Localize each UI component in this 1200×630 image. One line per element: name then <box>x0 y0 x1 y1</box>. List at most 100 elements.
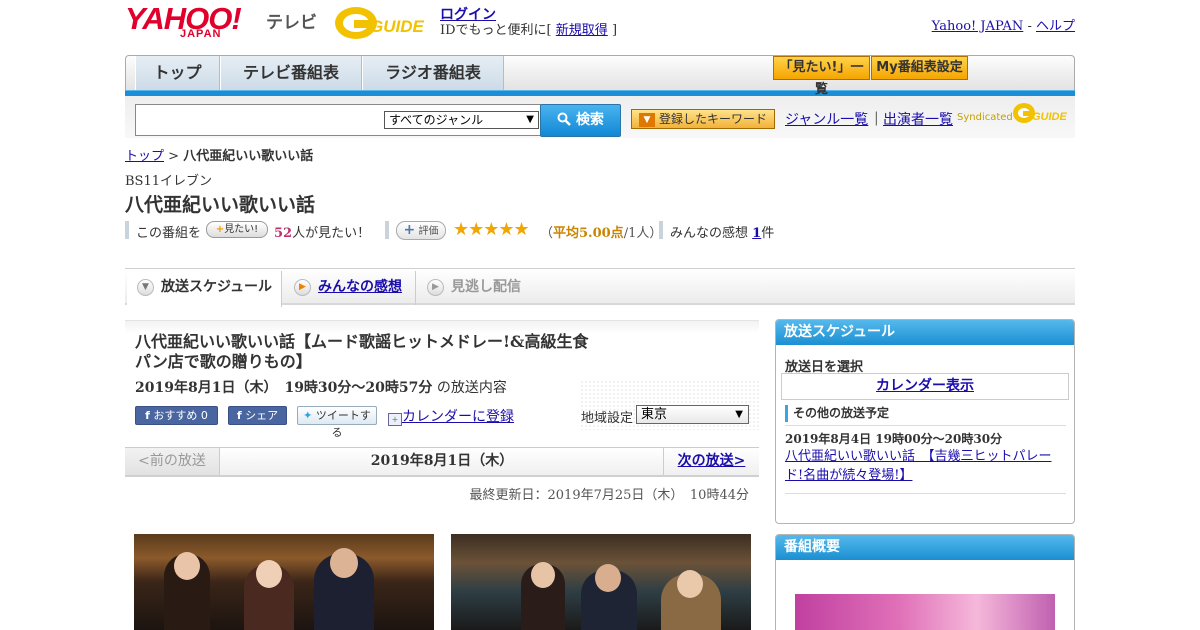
breadcrumb-sep: > <box>168 149 180 164</box>
calendar-icon: + <box>388 413 402 426</box>
registered-keyword-button[interactable]: ▼ 登録したキーワード <box>631 109 775 129</box>
other-schedule-label: その他の放送予定 <box>785 405 889 422</box>
tab-minogashi-label: 見逃し配信 <box>451 279 521 295</box>
facebook-share-button[interactable]: f シェア <box>228 406 287 425</box>
tweet-button[interactable]: ✦ ツイートする <box>297 406 377 439</box>
mitai-button[interactable]: +見たい! <box>206 221 268 238</box>
plus-icon: + <box>403 222 416 238</box>
facebook-recommend-button[interactable]: f おすすめ 0 <box>135 406 218 425</box>
nav-tab-tv[interactable]: テレビ番組表 <box>220 56 362 90</box>
person-face <box>330 548 358 578</box>
divider <box>785 425 1066 426</box>
breadcrumb: トップ > 八代亜紀いい歌いい話 <box>125 145 313 164</box>
episode-date: 2019年8月1日（木） 19時30分～20時57分 の放送内容 <box>135 377 507 397</box>
chevron-down-icon: ▼ <box>735 409 743 420</box>
kanso-count-link[interactable]: 1 <box>752 226 761 241</box>
header-separator: - <box>1027 19 1032 34</box>
divider-bar <box>125 221 129 239</box>
gguide-logo[interactable]: GUIDE <box>334 6 432 40</box>
yahoo-japan-link[interactable]: Yahoo! JAPAN <box>932 19 1024 34</box>
search-icon <box>557 112 571 126</box>
mitai-prefix: この番組を <box>136 226 202 241</box>
rating-stars: ★★★★★ <box>453 219 530 240</box>
genre-list-link[interactable]: ジャンル一覧 <box>785 109 868 129</box>
divider-bar <box>659 221 663 239</box>
breadcrumb-home[interactable]: トップ <box>125 149 164 164</box>
calendar-register[interactable]: + カレンダーに登録 <box>388 406 514 426</box>
avg-score: 平均5.00点 <box>553 226 624 241</box>
kanso-prefix: みんなの感想 <box>670 226 749 241</box>
tv-logo-label[interactable]: テレビ <box>266 8 317 33</box>
rate-button[interactable]: + 評価 <box>396 221 446 240</box>
divider <box>785 493 1066 494</box>
yahoo-logo-sub: JAPAN <box>180 28 222 40</box>
facebook-icon: f <box>145 409 150 422</box>
search-button[interactable]: 検索 <box>540 104 621 137</box>
top-right-links: Yahoo! JAPAN - ヘルプ <box>932 15 1075 34</box>
facebook-share-label: シェア <box>245 409 279 422</box>
login-sub-suffix: ] <box>611 23 618 38</box>
search-button-label: 検索 <box>575 112 604 128</box>
episode-title-line1: 八代亜紀いい歌いい話【ムード歌謡ヒットメドレー!&高級生食 <box>135 332 589 351</box>
episode-photo <box>134 534 434 630</box>
other-broadcast-anchor[interactable]: 八代亜紀いい歌いい話 【吉幾三ヒットパレード!名曲が続々登場!】 <box>785 449 1052 483</box>
person-face <box>174 552 200 580</box>
nav-tab-radio[interactable]: ラジオ番組表 <box>362 56 504 90</box>
caret-down-icon: ▼ <box>638 112 655 127</box>
tab-kanso[interactable]: ▶ みんなの感想 <box>284 271 416 305</box>
episode-title: 八代亜紀いい歌いい話【ムード歌謡ヒットメドレー!&高級生食 パン店で歌の贈りもの… <box>135 332 605 372</box>
twitter-icon: ✦ <box>303 409 313 422</box>
gguide-small-logo: GUIDE <box>1012 102 1068 124</box>
genre-select-value: すべてのジャンル <box>389 113 484 127</box>
average-rating: （平均5.00点/1人） <box>540 222 662 241</box>
person-face <box>256 560 282 588</box>
channel-name: BS11イレブン <box>125 174 213 189</box>
facebook-recommend-label: おすすめ 0 <box>153 409 208 422</box>
person-face <box>677 570 703 598</box>
syndicated-label: Syndicated <box>957 112 1013 123</box>
region-select-value: 東京 <box>641 407 668 422</box>
other-broadcast-link[interactable]: 八代亜紀いい歌いい話 【吉幾三ヒットパレード!名曲が続々登場!】 <box>785 447 1065 485</box>
tab-schedule[interactable]: ▼ 放送スケジュール <box>127 271 282 307</box>
current-broadcast-date: 2019年8月1日（木） <box>370 453 514 469</box>
link-divider: | <box>874 110 879 126</box>
help-link[interactable]: ヘルプ <box>1036 19 1075 34</box>
facebook-icon: f <box>236 409 242 422</box>
calendar-view-button[interactable]: カレンダー表示 <box>781 373 1069 400</box>
play-arrow-icon: ▶ <box>427 279 444 296</box>
tab-minogashi: ▶ 見逃し配信 <box>417 271 547 305</box>
mitai-count-number: 52 <box>274 226 293 241</box>
calendar-view-link[interactable]: カレンダー表示 <box>876 378 974 394</box>
play-arrow-icon: ▶ <box>294 279 311 296</box>
kanso-suffix: 件 <box>761 226 775 241</box>
mitai-count: 52人が見たい！ <box>274 222 370 241</box>
mitai-button-label: 見たい! <box>224 224 259 235</box>
page-title: 八代亜紀いい歌いい話 <box>125 194 316 216</box>
next-broadcast[interactable]: 次の放送> <box>663 448 759 475</box>
kanso-count: みんなの感想 1件 <box>670 222 774 241</box>
genre-list-anchor[interactable]: ジャンル一覧 <box>785 112 868 128</box>
nav-tab-top[interactable]: トップ <box>135 56 220 90</box>
genre-select[interactable]: すべてのジャンル ▼ <box>384 111 539 129</box>
login-sub-text: IDでもっと便利に[ 新規取得 ] <box>440 19 617 38</box>
calendar-register-link[interactable]: カレンダーに登録 <box>402 409 514 425</box>
performer-list-link[interactable]: 出演者一覧 <box>883 109 953 129</box>
region-select[interactable]: 東京 ▼ <box>636 405 749 424</box>
breadcrumb-current: 八代亜紀いい歌いい話 <box>183 149 314 164</box>
gguide-small-text: GUIDE <box>1032 111 1067 123</box>
register-link[interactable]: 新規取得 <box>556 23 608 38</box>
avg-rest: /1人） <box>623 226 663 241</box>
chevron-down-icon: ▼ <box>526 114 534 125</box>
my-bangumi-button[interactable]: My番組表設定 <box>871 56 968 80</box>
mitai-list-button[interactable]: 「見たい!」一覧 <box>773 56 870 97</box>
avg-open: （ <box>540 226 554 241</box>
episode-date-time: 2019年8月1日（木） 19時30分～20時57分 <box>135 380 433 396</box>
next-broadcast-link[interactable]: 次の放送> <box>678 453 746 469</box>
episode-photo <box>451 534 751 630</box>
keyword-button-label: 登録したキーワード <box>658 112 767 126</box>
login-sub-prefix: IDでもっと便利に[ <box>440 23 552 38</box>
chevron-down-icon: ▼ <box>137 279 154 296</box>
performer-list-anchor[interactable]: 出演者一覧 <box>883 112 953 128</box>
episode-title-line2: パン店で歌の贈りもの】 <box>135 352 312 371</box>
last-updated: 最終更新日：2019年7月25日（木） 10時44分 <box>469 488 749 503</box>
